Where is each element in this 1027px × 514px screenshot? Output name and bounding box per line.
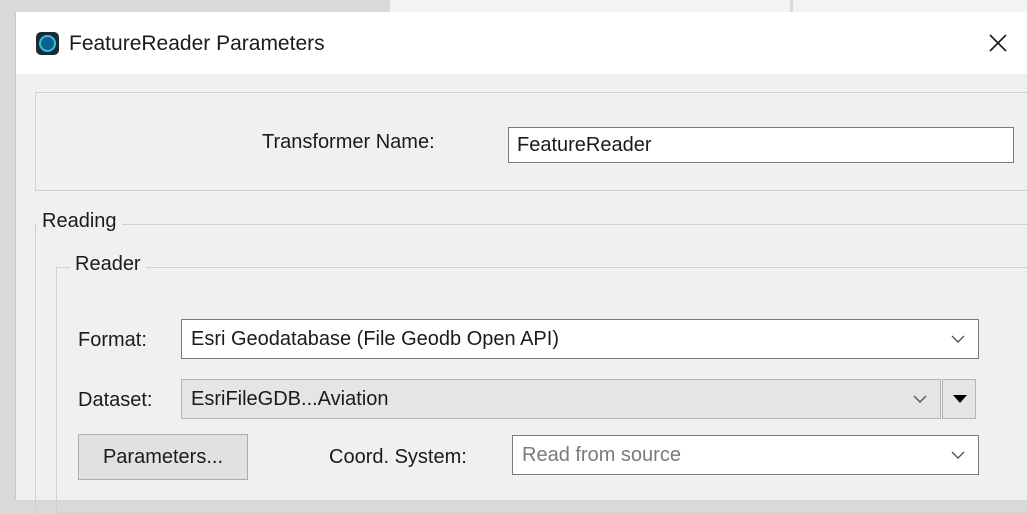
dialog-title: FeatureReader Parameters bbox=[69, 32, 325, 55]
parameters-button[interactable]: Parameters... bbox=[78, 434, 248, 480]
coord-system-placeholder: Read from source bbox=[522, 444, 681, 466]
dataset-label: Dataset: bbox=[78, 389, 153, 411]
chevron-down-icon bbox=[951, 335, 965, 343]
transformer-name-input[interactable]: FeatureReader bbox=[508, 127, 1014, 163]
transformer-name-label: Transformer Name: bbox=[262, 131, 435, 153]
format-dropdown[interactable]: Esri Geodatabase (File Geodb Open API) bbox=[181, 319, 979, 359]
feature-reader-dialog: FeatureReader Parameters Transformer Nam… bbox=[15, 12, 1027, 514]
background-window-strip bbox=[0, 0, 1027, 12]
format-label: Format: bbox=[78, 329, 147, 351]
triangle-down-icon bbox=[953, 395, 967, 403]
close-button[interactable] bbox=[981, 26, 1015, 60]
format-value: Esri Geodatabase (File Geodb Open API) bbox=[191, 328, 559, 350]
coord-system-dropdown[interactable]: Read from source bbox=[512, 435, 979, 475]
background-window-segment bbox=[390, 0, 790, 12]
chevron-down-icon bbox=[913, 395, 927, 403]
title-bar: FeatureReader Parameters bbox=[16, 12, 1027, 74]
reading-group-label: Reading bbox=[37, 210, 122, 233]
fme-app-icon bbox=[36, 32, 59, 55]
coord-system-label: Coord. System: bbox=[329, 446, 467, 468]
background-window-segment bbox=[793, 0, 1027, 12]
close-icon bbox=[989, 34, 1007, 52]
reader-group-label: Reader bbox=[70, 253, 146, 276]
dataset-dropdown[interactable]: EsriFileGDB...Aviation bbox=[181, 379, 941, 419]
chevron-down-icon bbox=[951, 451, 965, 459]
dataset-options-button[interactable] bbox=[942, 379, 976, 419]
dataset-value: EsriFileGDB...Aviation bbox=[191, 388, 389, 410]
app-icon-ring bbox=[39, 35, 56, 52]
transformer-name-panel: Transformer Name: FeatureReader bbox=[35, 92, 1027, 191]
